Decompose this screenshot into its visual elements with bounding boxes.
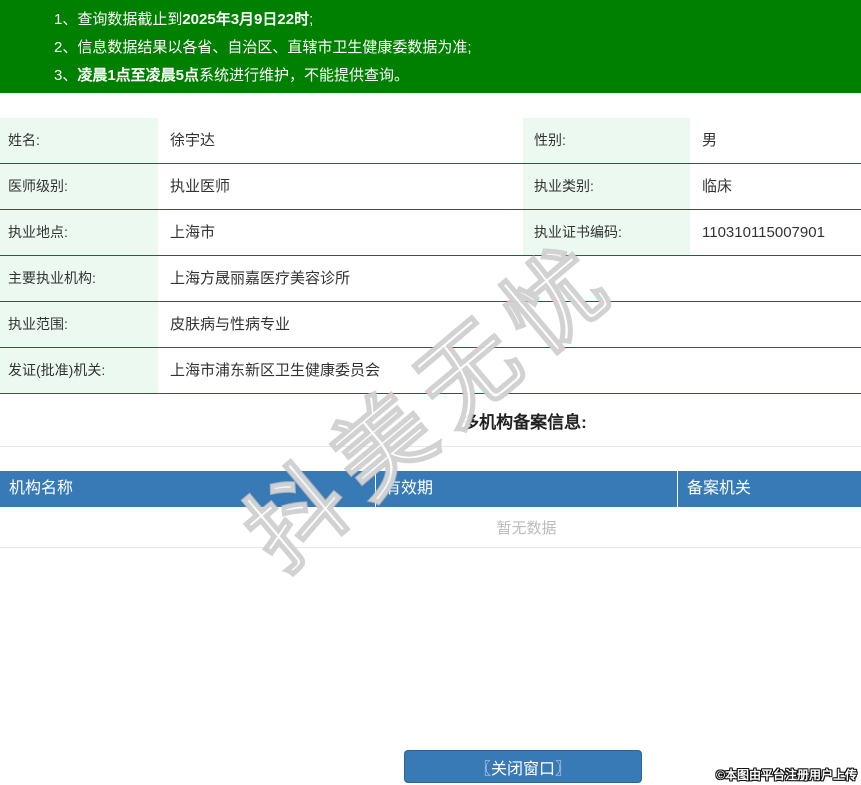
filing-table-empty-row: 暂无数据 [0, 507, 861, 548]
notice-text: ; [309, 11, 314, 28]
column-header-institution-name: 机构名称 [9, 480, 74, 497]
filing-section-title-row: 多机构备案信息: [0, 394, 861, 447]
field-label-certificate-number: 执业证书编码: [523, 210, 690, 255]
table-row-practice-scope: 执业范围: 皮肤病与性病专业 [0, 302, 861, 348]
notice-bold-text: 凌晨1点至凌晨5点 [77, 67, 200, 84]
notice-text: 2、信息数据结果以各省、自治区、直辖市卫生健康委数据为准; [54, 39, 472, 56]
table-row-name-gender: 姓名: 徐宇达 性别: 男 [0, 118, 861, 164]
field-value-practice-category: 临床 [702, 178, 733, 195]
field-value-issuing-authority: 上海市浦东新区卫生健康委员会 [170, 362, 381, 379]
field-value-name: 徐宇达 [170, 132, 216, 149]
field-value-certificate-number: 110310115007901 [702, 224, 825, 241]
table-row-location-certificate: 执业地点: 上海市 执业证书编码: 110310115007901 [0, 210, 861, 256]
notice-text: 系统进行维护，不能提供查询。 [199, 67, 410, 84]
column-header-validity-period: 有效期 [375, 471, 677, 507]
upload-credit-text: ©本图由平台注册用户上传 [716, 768, 857, 782]
field-value-main-institution: 上海方晟丽嘉医疗美容诊所 [170, 270, 351, 287]
table-row-issuing-authority: 发证(批准)机关: 上海市浦东新区卫生健康委员会 [0, 348, 861, 394]
field-label-issuing-authority: 发证(批准)机关: [0, 348, 158, 393]
column-header-filing-authority: 备案机关 [677, 471, 861, 507]
field-label-practice-scope: 执业范围: [0, 302, 158, 347]
no-data-text: 暂无数据 [496, 519, 557, 537]
field-label-gender: 性别: [523, 118, 690, 163]
notice-line-1: 1、查询数据截止到2025年3月9日22时; [54, 6, 861, 34]
filing-section-title: 多机构备案信息: [462, 412, 587, 432]
field-label-practice-category: 执业类别: [523, 164, 690, 209]
notice-bold-text: 2025年3月9日22时 [182, 11, 310, 28]
field-label-doctor-level: 医师级别: [0, 164, 158, 209]
practitioner-query-result-page: 1、查询数据截止到2025年3月9日22时; 2、信息数据结果以各省、自治区、直… [0, 0, 861, 785]
notice-banner: 1、查询数据截止到2025年3月9日22时; 2、信息数据结果以各省、自治区、直… [0, 0, 861, 93]
notice-text: 1、查询数据截止到 [54, 11, 183, 28]
field-value-doctor-level: 执业医师 [170, 178, 231, 195]
field-value-practice-location: 上海市 [170, 224, 216, 241]
table-row-level-category: 医师级别: 执业医师 执业类别: 临床 [0, 164, 861, 210]
field-value-practice-scope: 皮肤病与性病专业 [170, 316, 291, 333]
close-window-button[interactable]: 〖关闭窗口〗 [404, 750, 642, 783]
field-label-main-institution: 主要执业机构: [0, 256, 158, 301]
notice-text: 3、 [54, 67, 78, 84]
field-label-name: 姓名: [0, 118, 158, 163]
notice-line-3: 3、凌晨1点至凌晨5点系统进行维护，不能提供查询。 [54, 62, 861, 90]
practitioner-info-table: 姓名: 徐宇达 性别: 男 医师级别: 执业医师 执业类别: 临床 执业地点: … [0, 118, 861, 394]
notice-line-2: 2、信息数据结果以各省、自治区、直辖市卫生健康委数据为准; [54, 34, 861, 62]
field-label-practice-location: 执业地点: [0, 210, 158, 255]
filing-table-header: 机构名称 有效期 备案机关 [0, 471, 861, 507]
field-value-gender: 男 [702, 132, 718, 149]
table-row-main-institution: 主要执业机构: 上海方晟丽嘉医疗美容诊所 [0, 256, 861, 302]
